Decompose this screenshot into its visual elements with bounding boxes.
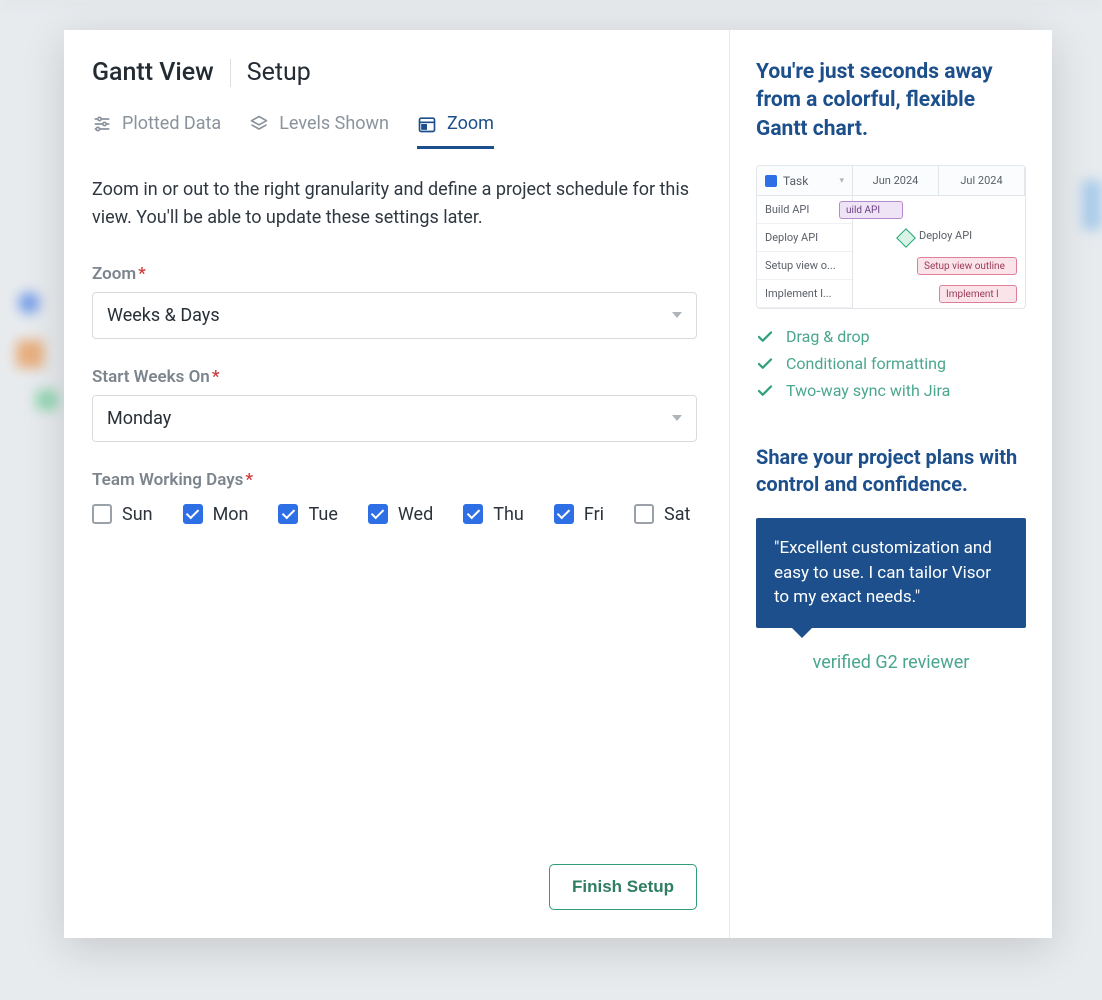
feature-item: Drag & drop: [756, 323, 1026, 350]
required-mark: *: [245, 470, 253, 490]
checkbox-icon: [463, 504, 483, 524]
day-checkbox-tue[interactable]: Tue: [278, 504, 337, 525]
tab-label: Levels Shown: [279, 113, 389, 134]
required-mark: *: [138, 264, 146, 284]
view-title: Gantt View: [92, 58, 214, 87]
feature-text: Drag & drop: [786, 327, 870, 346]
feature-list: Drag & drop Conditional formatting Two-way…: [756, 323, 1026, 404]
main-panel: Gantt View Setup Plotted Data Levels Sho…: [64, 30, 730, 938]
tab-levels-shown[interactable]: Levels Shown: [249, 105, 389, 149]
preview-bars: uild API Deploy API Setup view outline I…: [853, 196, 1025, 308]
setup-tabs: Plotted Data Levels Shown Zoom: [92, 105, 697, 150]
testimonial-attribution: verified G2 reviewer: [756, 652, 1026, 673]
day-label: Sat: [664, 504, 690, 525]
setup-modal: Gantt View Setup Plotted Data Levels Sho…: [64, 30, 1052, 938]
preview-row-label: Implement l...: [757, 280, 852, 308]
field-start-weeks-on: Start Weeks On* Monday: [92, 367, 697, 442]
side-panel: You're just seconds away from a colorful…: [730, 30, 1052, 938]
zoom-select[interactable]: Weeks & Days: [92, 292, 697, 339]
preview-label-column: Task ▾ Build API Deploy API Setup view o…: [757, 166, 853, 308]
field-zoom: Zoom* Weeks & Days: [92, 264, 697, 339]
side-heading-2: Share your project plans with control an…: [756, 444, 1026, 498]
preview-row-label: Deploy API: [757, 224, 852, 252]
preview-bar-setup: Setup view outline: [917, 257, 1017, 275]
checkbox-icon: [278, 504, 298, 524]
day-label: Mon: [213, 504, 249, 525]
tab-label: Zoom: [447, 113, 494, 134]
field-label: Start Weeks On*: [92, 367, 697, 387]
feature-item: Two-way sync with Jira: [756, 377, 1026, 404]
chevron-down-icon: ▾: [839, 176, 844, 186]
preview-bar-deploy: Deploy API: [919, 229, 972, 242]
check-icon: [756, 382, 774, 400]
field-label-text: Team Working Days: [92, 470, 243, 490]
modal-footer: Finish Setup: [92, 864, 697, 910]
checkbox-icon: [554, 504, 574, 524]
field-label-text: Start Weeks On: [92, 367, 210, 387]
gantt-preview: Task ▾ Build API Deploy API Setup view o…: [756, 165, 1026, 309]
select-value: Weeks & Days: [107, 305, 220, 326]
view-subtitle: Setup: [247, 58, 311, 87]
day-checkbox-sat[interactable]: Sat: [634, 504, 690, 525]
checkbox-icon: [183, 504, 203, 524]
preview-timeline-header: Jun 2024 Jul 2024: [853, 166, 1025, 196]
chevron-down-icon: [672, 312, 682, 318]
day-checkbox-wed[interactable]: Wed: [368, 504, 433, 525]
working-days-row: Sun Mon Tue Wed Thu Fri Sat: [92, 498, 697, 525]
day-checkbox-thu[interactable]: Thu: [463, 504, 524, 525]
preview-task-header: Task ▾: [757, 166, 852, 196]
testimonial-quote: "Excellent customization and easy to use…: [756, 518, 1026, 628]
field-label: Team Working Days*: [92, 470, 697, 490]
required-mark: *: [212, 367, 220, 387]
milestone-diamond-icon: [896, 228, 916, 248]
sliders-icon: [92, 114, 112, 134]
day-label: Wed: [398, 504, 433, 525]
task-icon: [765, 175, 777, 187]
side-heading-1: You're just seconds away from a colorful…: [756, 58, 1026, 143]
calendar-icon: [417, 114, 437, 134]
feature-item: Conditional formatting: [756, 350, 1026, 377]
tab-zoom[interactable]: Zoom: [417, 105, 494, 149]
preview-bar-implement: Implement l: [939, 285, 1017, 303]
chevron-down-icon: [672, 415, 682, 421]
feature-text: Conditional formatting: [786, 354, 946, 373]
field-label-text: Zoom: [92, 264, 136, 284]
preview-row-label: Setup view o...: [757, 252, 852, 280]
month-label: Jun 2024: [853, 166, 939, 195]
preview-timeline: Jun 2024 Jul 2024 uild API Deploy API Se…: [853, 166, 1025, 308]
field-working-days: Team Working Days* Sun Mon Tue Wed Thu Fri Sat: [92, 470, 697, 525]
day-label: Fri: [584, 504, 604, 525]
feature-text: Two-way sync with Jira: [786, 381, 950, 400]
finish-setup-button[interactable]: Finish Setup: [549, 864, 697, 910]
day-label: Tue: [308, 504, 337, 525]
start-weeks-select[interactable]: Monday: [92, 395, 697, 442]
preview-bar-build: uild API: [839, 201, 903, 219]
header-divider: [230, 59, 231, 87]
checkbox-icon: [92, 504, 112, 524]
checkbox-icon: [368, 504, 388, 524]
checkbox-icon: [634, 504, 654, 524]
check-icon: [756, 355, 774, 373]
day-checkbox-fri[interactable]: Fri: [554, 504, 604, 525]
day-label: Thu: [493, 504, 524, 525]
task-header-text: Task: [783, 174, 808, 188]
tab-description: Zoom in or out to the right granularity …: [92, 176, 692, 232]
day-checkbox-mon[interactable]: Mon: [183, 504, 249, 525]
layers-icon: [249, 114, 269, 134]
day-checkbox-sun[interactable]: Sun: [92, 504, 153, 525]
month-label: Jul 2024: [939, 166, 1025, 195]
tab-label: Plotted Data: [122, 113, 221, 134]
tab-plotted-data[interactable]: Plotted Data: [92, 105, 221, 149]
field-label: Zoom*: [92, 264, 697, 284]
modal-header: Gantt View Setup: [92, 58, 697, 87]
select-value: Monday: [107, 408, 171, 429]
preview-row-label: Build API: [757, 196, 852, 224]
day-label: Sun: [122, 504, 153, 525]
check-icon: [756, 328, 774, 346]
